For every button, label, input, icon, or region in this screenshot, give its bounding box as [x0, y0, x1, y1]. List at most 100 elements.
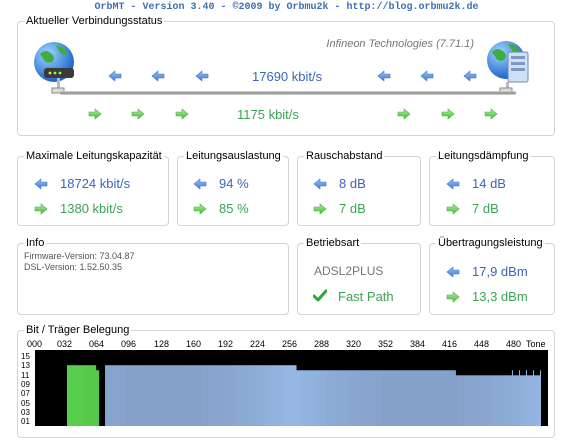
- tone-bar: [176, 365, 178, 426]
- tone-bar: [527, 375, 529, 426]
- tone-bar: [484, 375, 486, 426]
- tone-bar: [400, 370, 402, 426]
- tone-bar: [381, 370, 383, 426]
- tone-bar: [326, 370, 328, 426]
- tone-bar: [160, 365, 162, 426]
- tone-bar: [282, 365, 284, 426]
- tone-bar: [355, 370, 357, 426]
- tone-bar: [487, 375, 489, 426]
- tone-bar: [460, 375, 462, 426]
- tone-bar: [179, 365, 181, 426]
- tone-bar: [410, 370, 412, 426]
- tone-bar: [213, 365, 215, 426]
- tone-bar: [309, 370, 311, 426]
- arrow-left-icon: [446, 178, 460, 190]
- utilization-up: 85 %: [219, 201, 249, 216]
- tone-bar: [120, 365, 122, 426]
- tone-bar: [216, 365, 218, 426]
- tone-bar: [133, 365, 135, 426]
- tone-bar: [196, 365, 198, 426]
- tone-bar: [73, 365, 75, 426]
- tone-bar: [431, 370, 433, 426]
- upstream-arrow: [484, 107, 498, 125]
- tone-bar: [497, 375, 499, 426]
- path-mode: Fast Path: [338, 289, 394, 304]
- chipset-label: Infineon Technologies (7.71.1): [326, 38, 474, 50]
- tone-bar: [270, 365, 272, 426]
- tone-bar: [387, 370, 389, 426]
- tone-bar: [414, 370, 416, 426]
- tone-bar: [311, 370, 313, 426]
- tone-bar: [508, 375, 510, 426]
- tone-bar: [454, 370, 456, 426]
- tone-bar: [258, 365, 260, 426]
- tone-bar: [449, 370, 451, 426]
- tone-bar: [291, 365, 293, 426]
- tone-bar: [157, 365, 159, 426]
- tone-bar: [456, 375, 458, 426]
- tone-bar: [411, 370, 413, 426]
- tone-bar: [302, 370, 304, 426]
- tone-bar: [468, 375, 470, 426]
- tone-bar: [344, 370, 346, 426]
- tone-bar: [182, 365, 184, 426]
- upstream-arrow: [313, 202, 327, 220]
- tone-bar: [83, 365, 85, 426]
- tone-bar: [457, 375, 459, 426]
- tone-bar: [268, 365, 270, 426]
- tone-bar: [500, 375, 502, 426]
- tone-bar: [382, 370, 384, 426]
- globe-modem-icon: [34, 42, 74, 94]
- tone-bar: [426, 370, 428, 426]
- tone-bar: [269, 365, 271, 426]
- tone-bar: [458, 375, 460, 426]
- tone-bar: [310, 370, 312, 426]
- y-tick-label: 13: [21, 361, 30, 371]
- x-tick-label: 128: [154, 339, 170, 349]
- tone-bar: [352, 370, 354, 426]
- tone-bar: [85, 365, 87, 426]
- tone-bar: [210, 365, 212, 426]
- tone-bar: [301, 370, 303, 426]
- tone-bar: [140, 365, 142, 426]
- tone-bar: [246, 365, 248, 426]
- tone-bar: [370, 370, 372, 426]
- tone-bar: [286, 365, 288, 426]
- downstream-arrow: [108, 69, 122, 87]
- upstream-arrow: [88, 107, 102, 125]
- tone-bar: [398, 370, 400, 426]
- tone-bar: [424, 370, 426, 426]
- tone-bar: [114, 365, 116, 426]
- arrow-left-icon: [151, 70, 165, 82]
- tone-bar: [185, 365, 187, 426]
- tone-bar: [154, 365, 156, 426]
- tone-bar: [231, 365, 233, 426]
- tone-bar: [392, 370, 394, 426]
- tone-bar: [538, 375, 540, 426]
- tone-bar: [356, 370, 358, 426]
- tone-bar: [186, 365, 188, 426]
- tone-bar: [451, 370, 453, 426]
- tone-bar: [249, 365, 251, 426]
- tone-bar: [263, 365, 265, 426]
- tone-bar: [493, 375, 495, 426]
- tone-bar: [521, 375, 523, 426]
- tone-bar: [334, 370, 336, 426]
- tone-bar: [372, 370, 374, 426]
- tone-bar: [495, 375, 497, 426]
- upstream-arrow: [193, 202, 207, 220]
- tone-bar: [146, 365, 148, 426]
- connection-heading: Aktueller Verbindungsstatus: [24, 15, 165, 28]
- tone-bar: [177, 365, 179, 426]
- tone-bar: [214, 365, 216, 426]
- tone-bar: [156, 365, 158, 426]
- tone-bar: [442, 370, 444, 426]
- tone-bar: [149, 365, 151, 426]
- y-tick-label: 05: [21, 398, 30, 408]
- tone-bar: [300, 370, 302, 426]
- attenuation-heading: Leitungsdämpfung: [436, 150, 531, 163]
- x-tick-label: Tone: [526, 339, 546, 349]
- tone-bar: [174, 365, 176, 426]
- y-tick-label: 07: [21, 389, 30, 399]
- tone-bar: [126, 365, 128, 426]
